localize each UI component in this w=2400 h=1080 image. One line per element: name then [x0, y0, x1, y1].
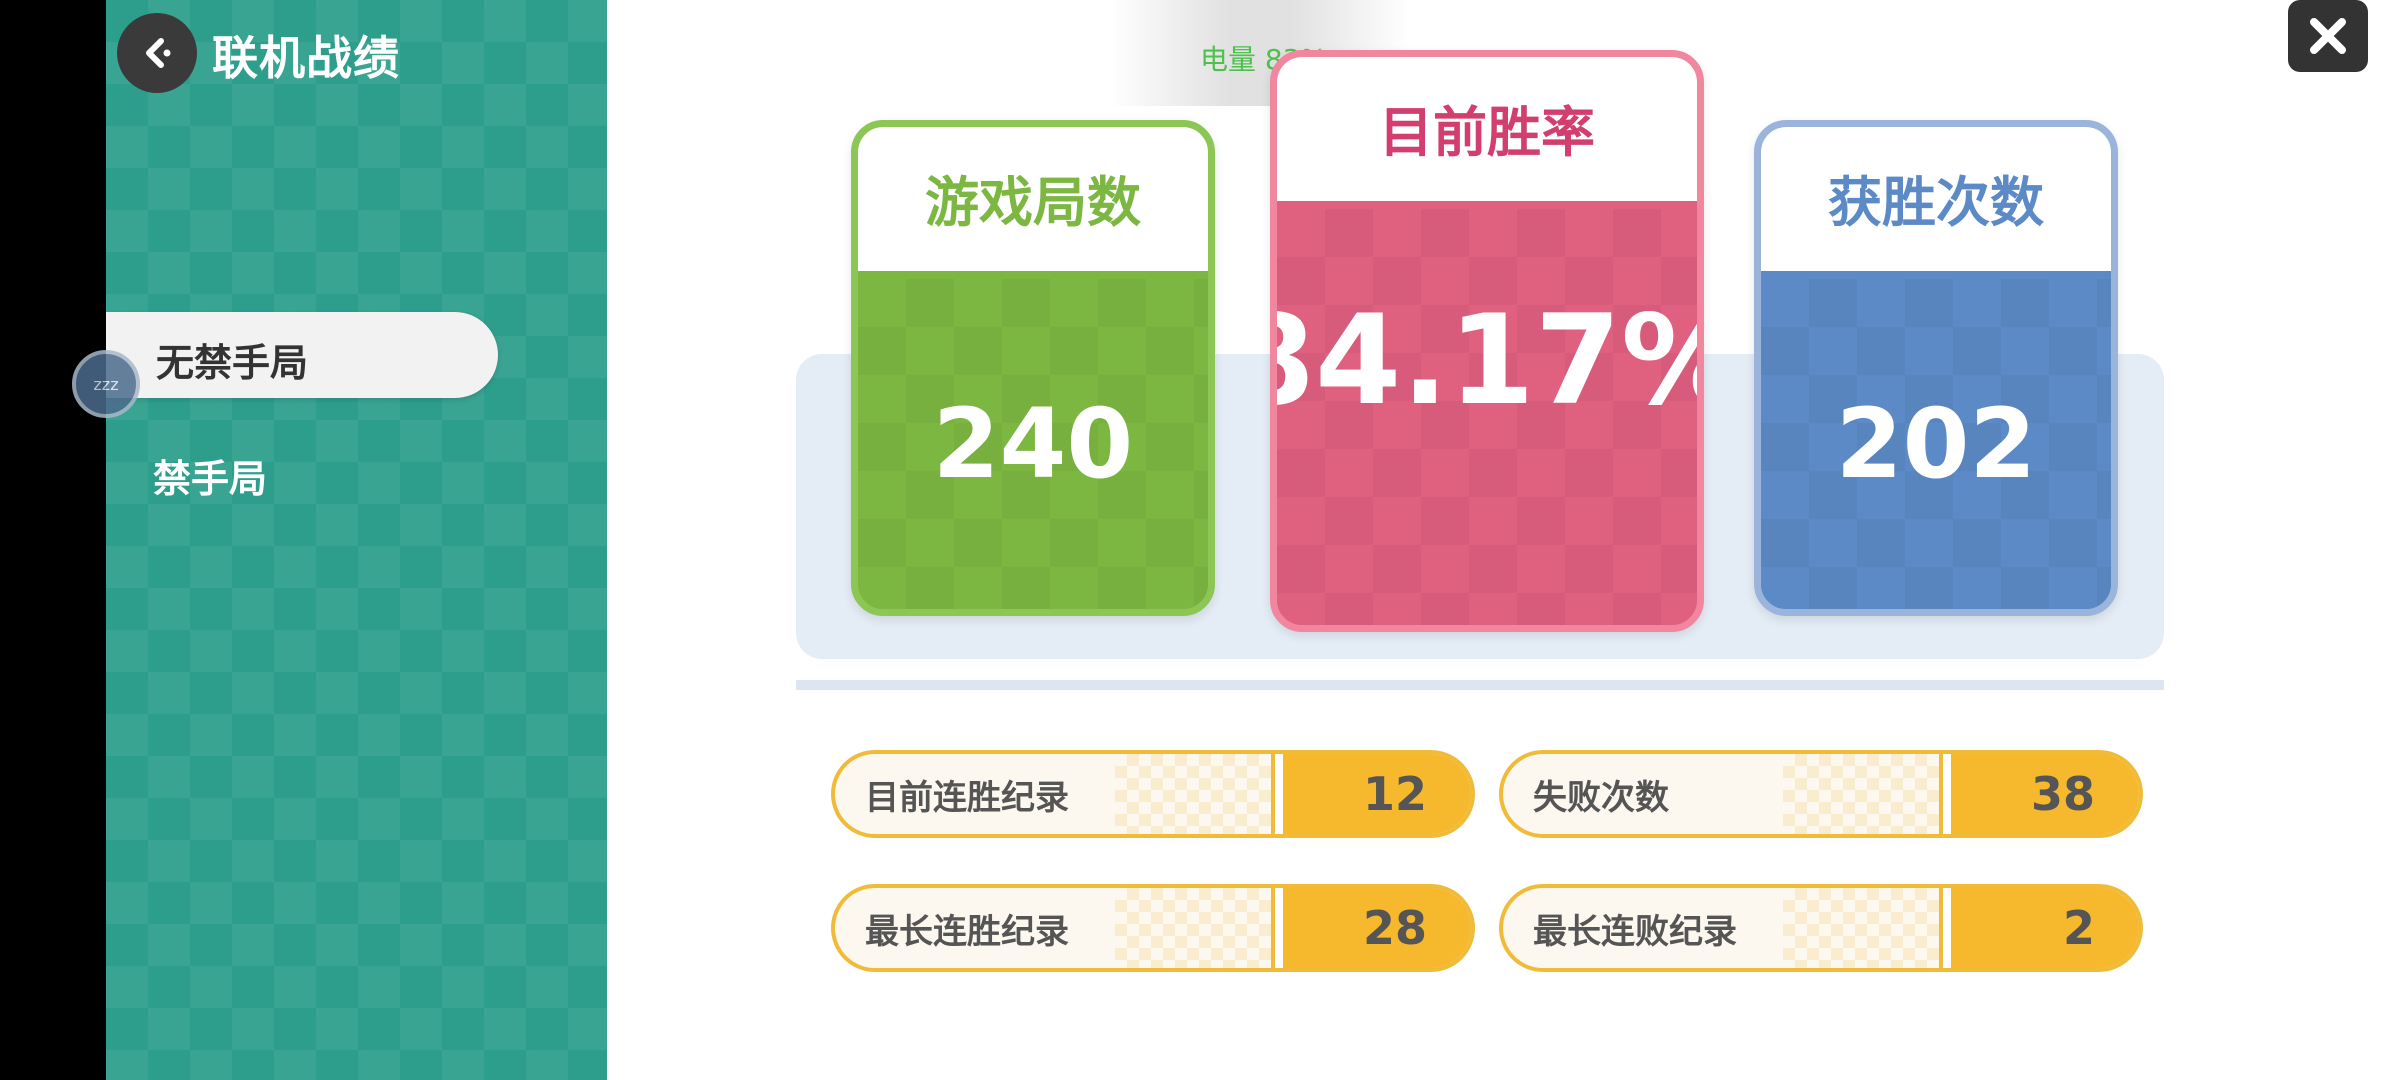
mode-tab-label: 无禁手局 [156, 341, 309, 385]
mode-tab-restriction[interactable]: 禁手局 [153, 448, 267, 503]
close-button[interactable] [2288, 0, 2368, 72]
wins-card: 获胜次数 202 [1754, 120, 2118, 616]
stat-value: 2 [1943, 888, 2139, 968]
win-rate-card: 目前胜率 84.17% [1270, 50, 1704, 632]
stat-label: 最长连败纪录 [1533, 911, 1737, 952]
win-rate-title: 目前胜率 [1277, 57, 1697, 197]
pill-pattern [1115, 888, 1295, 968]
pill-pattern [1115, 754, 1295, 834]
stat-label: 最长连胜纪录 [865, 911, 1069, 952]
left-black-bar [0, 0, 106, 1080]
card-separator [1761, 267, 2111, 279]
games-played-value: 240 [858, 279, 1208, 609]
games-played-title: 游戏局数 [858, 127, 1208, 267]
card-separator [858, 267, 1208, 279]
longest-loss-streak-stat: 最长连败纪录 2 [1499, 884, 2143, 972]
current-win-streak-stat: 目前连胜纪录 12 [831, 750, 1475, 838]
wins-title: 获胜次数 [1761, 127, 2111, 267]
stat-value: 28 [1275, 888, 1471, 968]
back-button[interactable] [117, 13, 197, 93]
stat-label: 失败次数 [1533, 777, 1669, 818]
losses-stat: 失败次数 38 [1499, 750, 2143, 838]
win-rate-value: 84.17% [1277, 209, 1697, 625]
sleep-status-avatar[interactable]: zzz [72, 350, 140, 418]
divider [796, 680, 2164, 690]
stat-value: 12 [1275, 754, 1471, 834]
games-played-card: 游戏局数 240 [851, 120, 1215, 616]
longest-win-streak-stat: 最长连胜纪录 28 [831, 884, 1475, 972]
wins-value: 202 [1761, 279, 2111, 609]
stat-label: 目前连胜纪录 [865, 777, 1069, 818]
card-separator [1277, 197, 1697, 209]
sidebar [106, 0, 607, 1080]
page-title: 联机战绩 [212, 31, 400, 85]
pill-pattern [1783, 754, 1963, 834]
sleep-status-text: zzz [93, 374, 119, 394]
back-arrow-icon [146, 38, 171, 68]
pill-pattern [1783, 888, 1963, 968]
close-icon [2310, 18, 2346, 54]
stat-value: 38 [1943, 754, 2139, 834]
mode-tab-no-restriction[interactable]: 无禁手局 [106, 312, 498, 398]
